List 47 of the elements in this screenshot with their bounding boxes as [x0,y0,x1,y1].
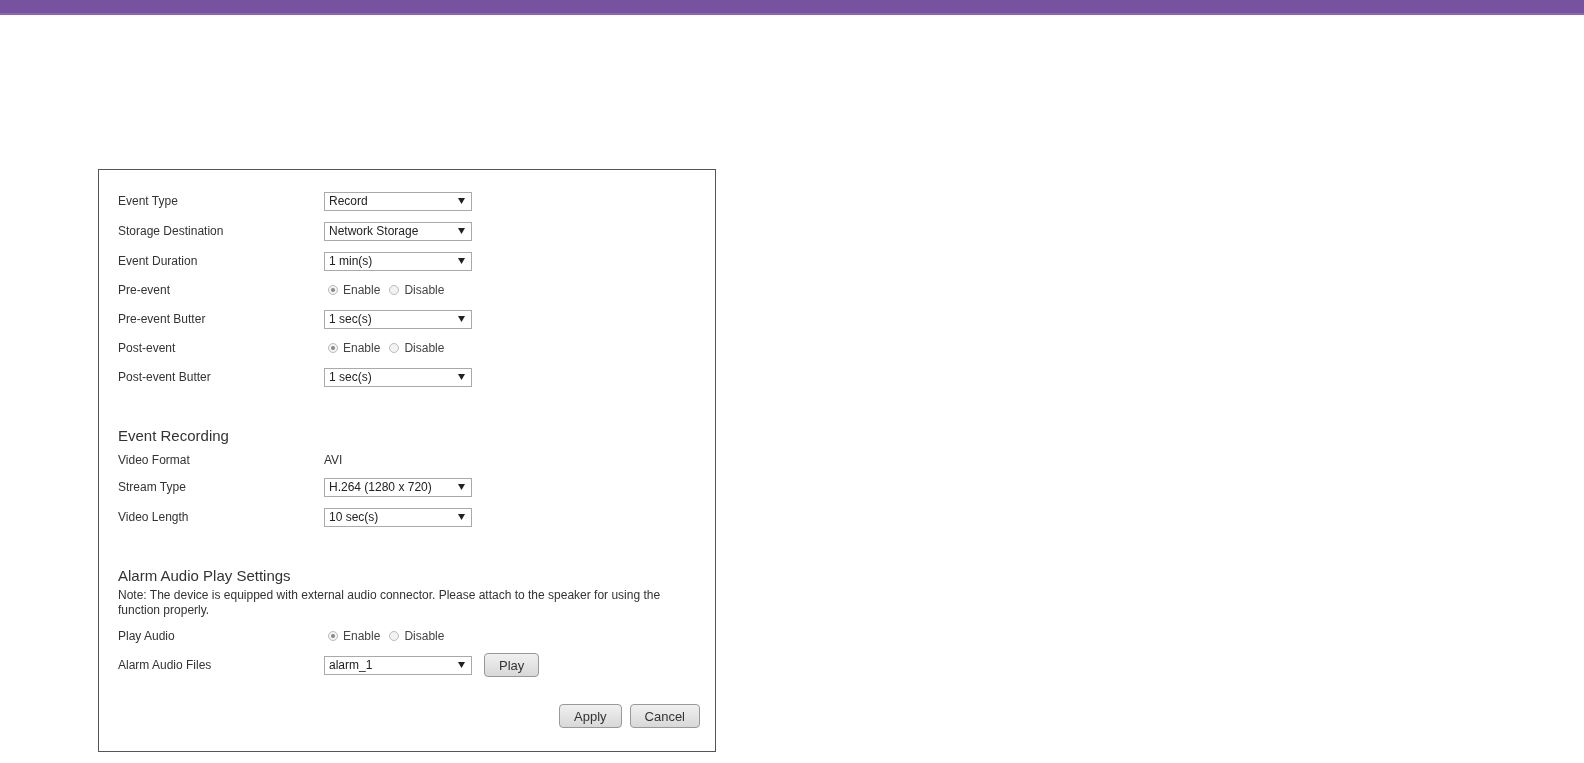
field-label: Post-event [118,341,177,355]
radio-label: Disable [404,341,445,355]
note-text: Note: The device is equipped with external audio connector. Please attach to the speaker for using the function properly. [118,588,662,618]
field-label: Post-event Butter [118,370,212,384]
section-heading: Event Recording [118,425,230,446]
radio-label: Enable [343,283,381,297]
action-button[interactable]: Apply [559,704,622,728]
dropdown[interactable]: alarm_1 [324,655,472,675]
dropdown-arrow-icon [458,198,465,204]
field-label: Event Type [118,194,179,208]
radio-button[interactable] [328,343,338,353]
dropdown-arrow-icon [458,258,465,264]
dropdown-arrow-icon [458,316,465,322]
field-label: Video Length [118,510,190,524]
field-label: Pre-event [118,283,172,297]
dropdown[interactable]: H.264 (1280 x 720) [324,477,472,497]
action-button[interactable]: Cancel [629,704,700,728]
radio-button[interactable] [328,631,338,641]
radio-label: Enable [343,341,381,355]
dropdown[interactable]: 1 sec(s) [324,367,472,387]
dropdown[interactable]: Record [324,191,472,211]
radio-button[interactable] [389,343,400,353]
dropdown[interactable]: 1 sec(s) [324,309,472,329]
radio-label: Disable [404,629,445,643]
field-label: Stream Type [118,480,187,494]
dropdown-arrow-icon [458,374,465,380]
field-value: AVI [324,453,343,467]
field-label: Event Duration [118,254,199,268]
dropdown-arrow-icon [458,484,465,490]
radio-button[interactable] [389,285,400,295]
field-label: Play Audio [118,629,176,643]
dropdown[interactable]: Network Storage [324,221,472,241]
dropdown-arrow-icon [458,662,465,668]
radio-button[interactable] [389,631,400,641]
field-label: Video Format [118,453,191,467]
radio-label: Disable [404,283,445,297]
radio-button[interactable] [328,285,338,295]
dropdown[interactable]: 10 sec(s) [324,507,472,527]
dropdown[interactable]: 1 min(s) [324,251,472,271]
play-button[interactable]: Play [484,653,540,677]
section-heading: Alarm Audio Play Settings [118,565,292,586]
dropdown-arrow-icon [458,514,465,520]
field-label: Pre-event Butter [118,312,207,326]
field-label: Storage Destination [118,224,225,238]
radio-label: Enable [343,629,381,643]
field-label: Alarm Audio Files [118,658,213,672]
dropdown-arrow-icon [458,228,465,234]
